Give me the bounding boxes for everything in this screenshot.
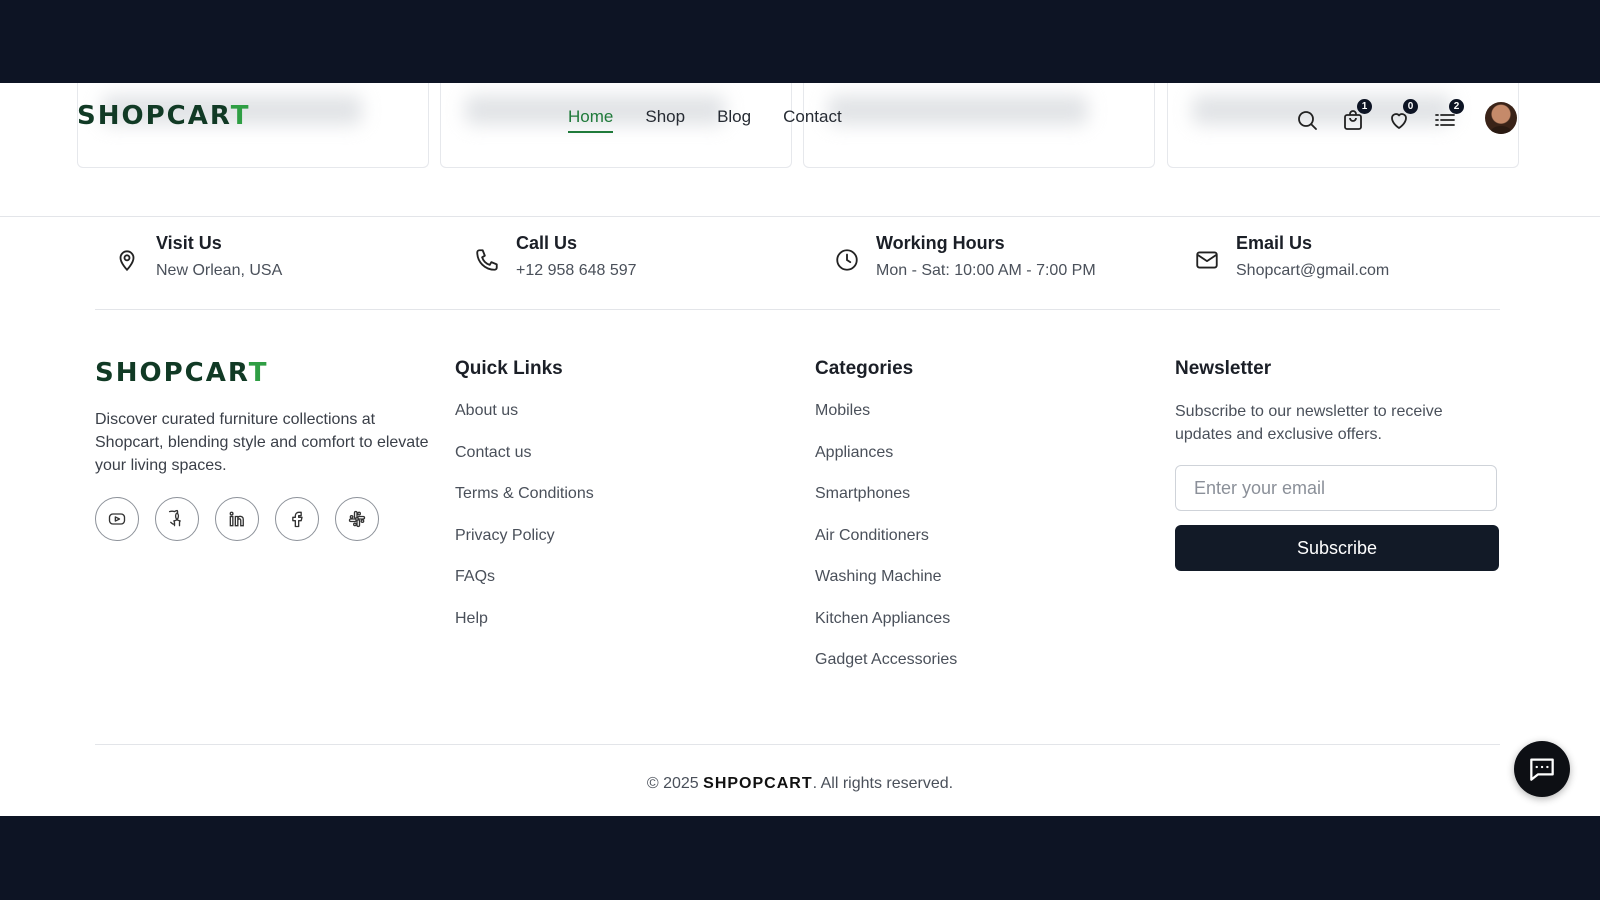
nav-shop[interactable]: Shop bbox=[645, 107, 685, 133]
contact-visit: Visit Us New Orlean, USA bbox=[114, 233, 282, 280]
phone-icon bbox=[476, 249, 498, 271]
youtube-icon bbox=[108, 513, 126, 525]
slack-link[interactable] bbox=[335, 497, 379, 541]
category-link[interactable]: Gadget Accessories bbox=[815, 651, 957, 693]
facebook-icon bbox=[292, 511, 303, 528]
search-icon bbox=[1298, 111, 1317, 130]
nav-blog[interactable]: Blog bbox=[717, 107, 751, 133]
logo-accent: T bbox=[230, 101, 251, 131]
footer-newsletter: Newsletter Subscribe to our newsletter t… bbox=[1175, 358, 1499, 571]
logo-accent: T bbox=[248, 358, 269, 388]
page: SHOPCART Home Shop Blog Contact 1 0 2 Vi… bbox=[0, 83, 1600, 816]
contact-info-strip: Visit Us New Orlean, USA Call Us +12 958… bbox=[95, 233, 1500, 303]
chat-button[interactable] bbox=[1514, 741, 1570, 797]
contact-title: Working Hours bbox=[876, 233, 1005, 253]
contact-text: New Orlean, USA bbox=[156, 262, 283, 279]
search-button[interactable] bbox=[1292, 105, 1322, 135]
category-link[interactable]: Smartphones bbox=[815, 485, 957, 527]
logo-text: SHOPCAR bbox=[95, 358, 249, 388]
youtube-link[interactable] bbox=[95, 497, 139, 541]
footer-link-help[interactable]: Help bbox=[455, 610, 594, 652]
subscribe-button[interactable]: Subscribe bbox=[1175, 525, 1499, 571]
footer-link-privacy[interactable]: Privacy Policy bbox=[455, 527, 594, 569]
copyright-prefix: © 2025 bbox=[646, 775, 699, 792]
nav-home[interactable]: Home bbox=[568, 107, 614, 133]
divider bbox=[95, 309, 1500, 310]
footer-columns: SHOPCART Discover curated furniture coll… bbox=[95, 358, 1500, 718]
github-icon bbox=[168, 509, 181, 527]
linkedin-icon bbox=[229, 511, 244, 527]
footer-brand: SHOPCART Discover curated furniture coll… bbox=[95, 358, 430, 541]
footer-quick-links: Quick Links About us Contact us Terms & … bbox=[455, 358, 594, 651]
cart-badge: 1 bbox=[1357, 99, 1372, 114]
newsletter-email-input[interactable] bbox=[1175, 465, 1497, 511]
contact-title: Visit Us bbox=[156, 233, 222, 253]
cart-button[interactable]: 1 bbox=[1338, 99, 1372, 135]
header-logo[interactable]: SHOPCART bbox=[77, 101, 250, 131]
contact-call: Call Us +12 958 648 597 bbox=[474, 233, 637, 280]
category-link[interactable]: Appliances bbox=[815, 444, 957, 486]
divider bbox=[0, 216, 1600, 217]
wishlist-badge: 0 bbox=[1403, 99, 1418, 114]
column-title: Categories bbox=[815, 358, 914, 379]
chat-icon bbox=[1530, 758, 1554, 781]
footer-link-faqs[interactable]: FAQs bbox=[455, 568, 594, 610]
user-avatar[interactable] bbox=[1485, 102, 1517, 134]
category-link[interactable]: Air Conditioners bbox=[815, 527, 957, 569]
compare-list-button[interactable]: 2 bbox=[1430, 99, 1464, 135]
footer-link-contact[interactable]: Contact us bbox=[455, 444, 594, 486]
logo-text: SHOPCAR bbox=[77, 101, 231, 131]
facebook-link[interactable] bbox=[275, 497, 319, 541]
column-title: Quick Links bbox=[455, 358, 563, 379]
footer-link-about[interactable]: About us bbox=[455, 402, 594, 444]
contact-hours: Working Hours Mon - Sat: 10:00 AM - 7:00… bbox=[834, 233, 1096, 280]
social-links bbox=[95, 497, 430, 541]
contact-title: Call Us bbox=[516, 233, 578, 253]
site-header: SHOPCART Home Shop Blog Contact 1 0 2 bbox=[0, 83, 1600, 155]
copyright-suffix: . All rights reserved. bbox=[812, 775, 954, 792]
category-link[interactable]: Mobiles bbox=[815, 402, 957, 444]
clock-icon bbox=[836, 249, 858, 271]
map-pin-icon bbox=[119, 250, 135, 272]
footer-link-terms[interactable]: Terms & Conditions bbox=[455, 485, 594, 527]
linkedin-link[interactable] bbox=[215, 497, 259, 541]
mail-icon bbox=[1196, 251, 1218, 269]
brand-description: Discover curated furniture collections a… bbox=[95, 411, 429, 474]
contact-email: Email Us Shopcart@gmail.com bbox=[1194, 233, 1389, 280]
wishlist-button[interactable]: 0 bbox=[1384, 99, 1418, 135]
newsletter-description: Subscribe to our newsletter to receive u… bbox=[1175, 403, 1443, 443]
footer-logo[interactable]: SHOPCART bbox=[95, 358, 430, 388]
compare-badge: 2 bbox=[1449, 99, 1464, 114]
category-link[interactable]: Washing Machine bbox=[815, 568, 957, 610]
main-nav: Home Shop Blog Contact bbox=[568, 107, 842, 133]
contact-title: Email Us bbox=[1236, 233, 1313, 253]
column-title: Newsletter bbox=[1175, 358, 1272, 379]
divider bbox=[95, 744, 1500, 745]
slack-icon bbox=[348, 510, 366, 528]
nav-contact[interactable]: Contact bbox=[783, 107, 842, 133]
copyright-brand: SHPOPCART bbox=[703, 775, 813, 792]
category-link[interactable]: Kitchen Appliances bbox=[815, 610, 957, 652]
footer-categories: Categories Mobiles Appliances Smartphone… bbox=[815, 358, 957, 693]
contact-text: Mon - Sat: 10:00 AM - 7:00 PM bbox=[876, 262, 1096, 279]
copyright: © 2025 SHPOPCART. All rights reserved. bbox=[0, 775, 1600, 793]
contact-text[interactable]: Shopcart@gmail.com bbox=[1236, 262, 1389, 280]
header-actions: 1 0 2 bbox=[1292, 99, 1476, 137]
contact-text[interactable]: +12 958 648 597 bbox=[516, 262, 637, 280]
github-link[interactable] bbox=[155, 497, 199, 541]
